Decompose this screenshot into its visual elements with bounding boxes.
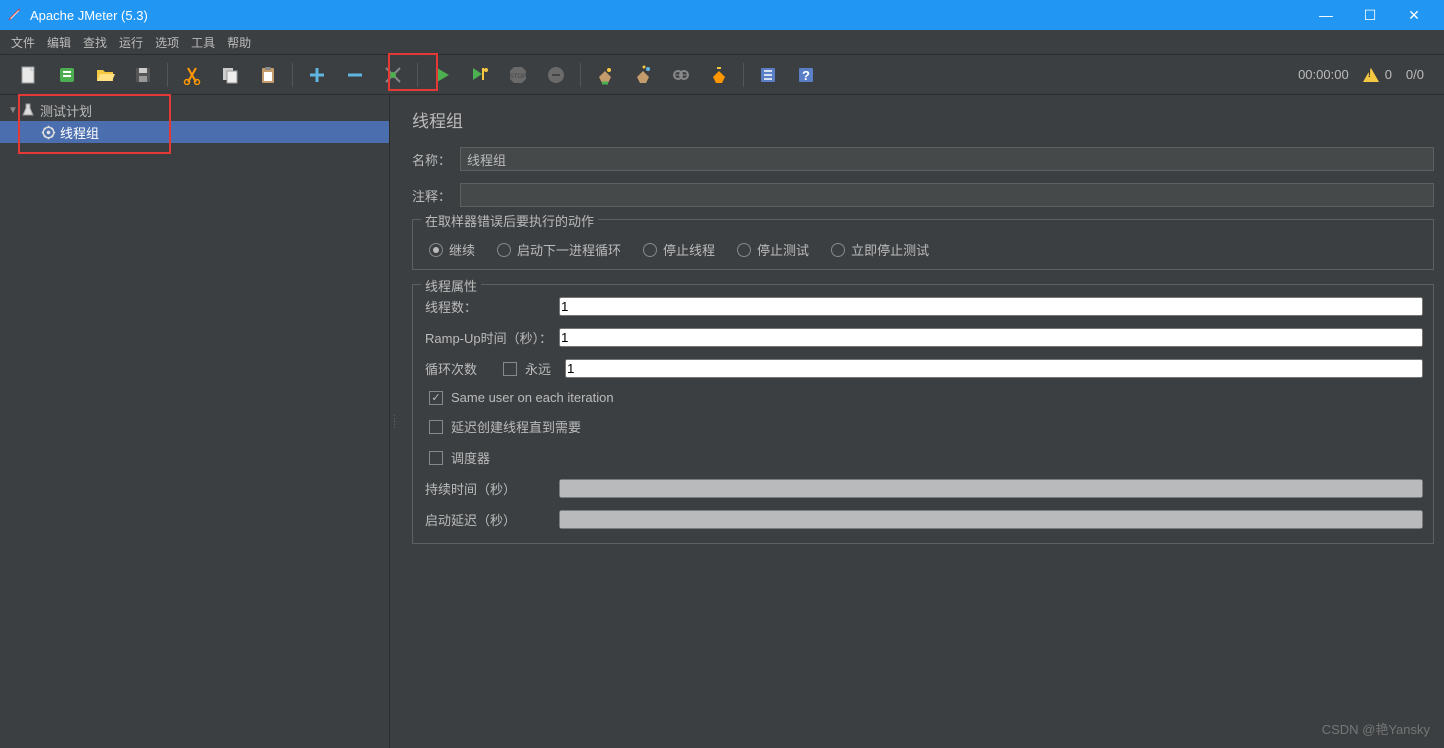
- forever-checkbox[interactable]: 永远: [503, 359, 551, 378]
- cut-icon[interactable]: [176, 59, 208, 91]
- menu-run[interactable]: 运行: [116, 32, 146, 53]
- menu-help[interactable]: 帮助: [224, 32, 254, 53]
- flask-icon: [20, 102, 36, 118]
- splitter[interactable]: ⋮⋮⋮: [390, 95, 398, 748]
- panel-heading: 线程组: [412, 107, 1434, 132]
- app-icon: [8, 8, 22, 22]
- threads-label: 线程数：: [425, 297, 559, 316]
- clear-icon[interactable]: [589, 59, 621, 91]
- close-button[interactable]: ✕: [1392, 7, 1436, 24]
- maximize-button[interactable]: ☐: [1348, 7, 1392, 24]
- same-user-checkbox[interactable]: Same user on each iteration: [425, 390, 1423, 405]
- radio-continue[interactable]: 继续: [429, 240, 475, 259]
- start-no-pause-icon[interactable]: [464, 59, 496, 91]
- comment-input[interactable]: [460, 183, 1434, 207]
- shutdown-icon[interactable]: [540, 59, 572, 91]
- start-icon[interactable]: [426, 59, 458, 91]
- duration-label: 持续时间（秒）: [425, 479, 559, 498]
- copy-icon[interactable]: [214, 59, 246, 91]
- name-input[interactable]: [460, 147, 1434, 171]
- menu-bar: 文件 编辑 查找 运行 选项 工具 帮助: [0, 30, 1444, 55]
- svg-text:?: ?: [802, 68, 810, 83]
- name-label: 名称：: [412, 150, 460, 169]
- gear-icon: [40, 124, 56, 140]
- window-title: Apache JMeter (5.3): [30, 8, 1304, 23]
- reset-search-icon[interactable]: [703, 59, 735, 91]
- menu-file[interactable]: 文件: [8, 32, 38, 53]
- startup-delay-input: [559, 510, 1423, 529]
- save-icon[interactable]: [127, 59, 159, 91]
- clear-all-icon[interactable]: [627, 59, 659, 91]
- new-icon[interactable]: [13, 59, 45, 91]
- menu-edit[interactable]: 编辑: [44, 32, 74, 53]
- loop-label: 循环次数: [425, 359, 503, 378]
- radio-start-next[interactable]: 启动下一进程循环: [497, 240, 621, 259]
- tree-test-plan[interactable]: ▼ 测试计划: [0, 99, 389, 121]
- rampup-input[interactable]: [559, 328, 1423, 347]
- open-icon[interactable]: [89, 59, 121, 91]
- menu-options[interactable]: 选项: [152, 32, 182, 53]
- thread-count: 0/0: [1406, 67, 1424, 82]
- radio-stop-test[interactable]: 停止测试: [737, 240, 809, 259]
- threads-input[interactable]: [559, 297, 1423, 316]
- title-bar: Apache JMeter (5.3) — ☐ ✕: [0, 0, 1444, 30]
- radio-stop-test-now[interactable]: 立即停止测试: [831, 240, 929, 259]
- function-helper-icon[interactable]: [752, 59, 784, 91]
- content-panel: 线程组 名称： 注释： 在取样器错误后要执行的动作 继续 启动下一进程循环 停止…: [398, 95, 1444, 748]
- menu-tools[interactable]: 工具: [188, 32, 218, 53]
- comment-label: 注释：: [412, 186, 460, 205]
- minus-icon[interactable]: [339, 59, 371, 91]
- tree-thread-group[interactable]: 线程组: [0, 121, 389, 143]
- minimize-button[interactable]: —: [1304, 7, 1348, 23]
- elapsed-time: 00:00:00: [1298, 67, 1349, 82]
- help-icon[interactable]: ?: [790, 59, 822, 91]
- stop-icon[interactable]: STOP: [502, 59, 534, 91]
- toolbar-status: 00:00:00 0 0/0: [1298, 67, 1434, 82]
- loop-input[interactable]: [565, 359, 1423, 378]
- scheduler-checkbox[interactable]: 调度器: [425, 448, 1423, 467]
- templates-icon[interactable]: [51, 59, 83, 91]
- paste-icon[interactable]: [252, 59, 284, 91]
- collapse-icon[interactable]: ▼: [8, 105, 20, 116]
- radio-stop-thread[interactable]: 停止线程: [643, 240, 715, 259]
- rampup-label: Ramp-Up时间（秒）：: [425, 328, 559, 347]
- thread-props-fieldset: 线程属性 线程数： Ramp-Up时间（秒）： 循环次数 永远 Same use…: [412, 284, 1434, 544]
- duration-input: [559, 479, 1423, 498]
- startup-delay-label: 启动延迟（秒）: [425, 510, 559, 529]
- error-action-fieldset: 在取样器错误后要执行的动作 继续 启动下一进程循环 停止线程 停止测试 立即停止…: [412, 219, 1434, 270]
- warning-icon[interactable]: [1363, 68, 1379, 82]
- watermark: CSDN @艳Yansky: [1322, 719, 1430, 738]
- delay-create-checkbox[interactable]: 延迟创建线程直到需要: [425, 417, 1423, 436]
- search-icon[interactable]: [665, 59, 697, 91]
- toggle-icon[interactable]: [377, 59, 409, 91]
- svg-text:STOP: STOP: [510, 74, 526, 80]
- toolbar: STOP ? 00:00:00 0 0/0: [0, 55, 1444, 95]
- warning-count: 0: [1385, 67, 1392, 82]
- tree-panel: ▼ 测试计划 线程组: [0, 95, 390, 748]
- plus-icon[interactable]: [301, 59, 333, 91]
- menu-search[interactable]: 查找: [80, 32, 110, 53]
